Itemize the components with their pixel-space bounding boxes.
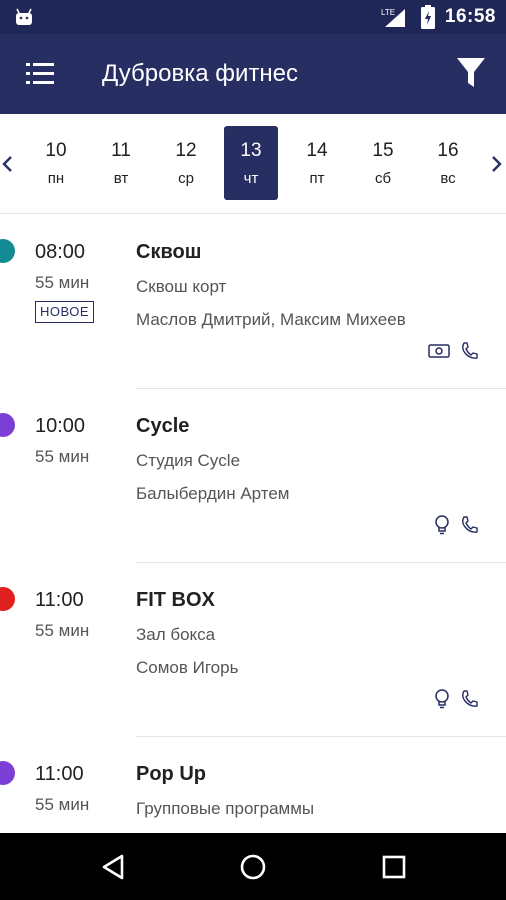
class-duration: 55 мин	[35, 795, 90, 814]
date-item[interactable]: 16 вс	[421, 126, 475, 200]
class-name: FIT BOX	[136, 589, 215, 611]
phone-icon[interactable]	[460, 689, 478, 709]
class-trainer: Балыбердин Артем	[136, 484, 290, 503]
date-item[interactable]: 14 пт	[290, 126, 344, 200]
class-time: 08:00	[35, 241, 86, 263]
date-weekday: ср	[178, 170, 194, 187]
class-color-dot	[0, 587, 15, 611]
battery-icon	[420, 5, 435, 29]
app-bar: Дубровка фитнес	[0, 34, 506, 114]
date-number: 13	[240, 140, 262, 161]
class-place: Студия Cycle	[136, 451, 241, 470]
date-number: 11	[111, 140, 131, 161]
class-row[interactable]: 10:00 55 мин Cycle Студия Cycle Балыбердин А…	[0, 389, 506, 563]
class-icons	[434, 515, 478, 535]
date-weekday: вс	[440, 170, 456, 187]
lightbulb-icon	[435, 689, 449, 709]
class-color-dot	[0, 239, 15, 263]
lightbulb-icon	[435, 515, 449, 535]
navigation-bar	[0, 833, 506, 900]
class-name: Cycle	[136, 415, 190, 437]
phone-icon[interactable]	[460, 515, 478, 535]
class-row[interactable]: 11:00 55 мин Pop Up Групповые программы	[0, 737, 506, 833]
class-time: 10:00	[35, 415, 86, 437]
class-duration: 55 мин	[35, 273, 90, 292]
class-name: Pop Up	[136, 763, 206, 785]
date-item[interactable]: 13 чт	[224, 126, 278, 200]
class-duration: 55 мин	[35, 621, 90, 640]
status-clock: 16:58	[444, 6, 496, 27]
class-name: Сквош	[136, 241, 202, 263]
date-weekday: пн	[47, 170, 65, 187]
class-icons	[428, 341, 478, 361]
date-number: 16	[437, 140, 459, 161]
date-weekday: вт	[113, 170, 129, 187]
date-number: 10	[45, 140, 67, 161]
date-number: 15	[372, 140, 394, 161]
class-row[interactable]: 11:00 55 мин FIT BOX Зал бокса Сомов Игорь	[0, 563, 506, 737]
date-weekday: пт	[309, 170, 325, 187]
class-place: Сквош корт	[136, 277, 227, 296]
class-list: 08:00 55 мин НОВОЕ Сквош Сквош корт Маслов Дм…	[0, 215, 506, 833]
filter-icon[interactable]	[454, 54, 488, 92]
date-weekday: чт	[243, 170, 259, 187]
chevron-left-icon[interactable]	[0, 152, 16, 176]
new-badge: НОВОЕ	[35, 301, 95, 323]
date-number: 12	[175, 140, 197, 161]
date-item[interactable]: 15 сб	[356, 126, 410, 200]
menu-icon[interactable]	[22, 56, 58, 92]
back-icon[interactable]	[98, 851, 130, 883]
phone-icon[interactable]	[460, 341, 478, 361]
android-icon	[16, 8, 32, 25]
status-bar: LTE 16:58	[0, 0, 506, 34]
class-color-dot	[0, 761, 15, 785]
class-trainer: Сомов Игорь	[136, 658, 239, 677]
class-icons	[434, 689, 478, 709]
cash-icon	[428, 344, 450, 358]
class-duration: 55 мин	[35, 447, 90, 466]
network-label: LTE	[381, 8, 395, 17]
date-item[interactable]: 11 вт	[94, 126, 148, 200]
date-weekday: сб	[374, 170, 392, 187]
lte-signal-icon: LTE	[381, 8, 405, 27]
date-number: 14	[306, 140, 328, 161]
class-time: 11:00	[35, 589, 84, 611]
class-place: Групповые программы	[136, 799, 315, 818]
date-strip: 10 пн 11 вт 12 ср 13 чт 14 пт 15 сб 16 вс	[0, 114, 506, 214]
home-icon[interactable]	[237, 851, 269, 883]
class-trainer: Маслов Дмитрий, Максим Михеев	[136, 310, 406, 329]
recents-icon[interactable]	[378, 851, 410, 883]
date-item[interactable]: 10 пн	[29, 126, 83, 200]
class-row[interactable]: 08:00 55 мин НОВОЕ Сквош Сквош корт Маслов Дм…	[0, 215, 506, 389]
date-item[interactable]: 12 ср	[159, 126, 213, 200]
class-place: Зал бокса	[136, 625, 216, 644]
chevron-right-icon[interactable]	[488, 152, 504, 176]
class-time: 11:00	[35, 763, 84, 785]
class-color-dot	[0, 413, 15, 437]
app-title: Дубровка фитнес	[102, 60, 299, 87]
